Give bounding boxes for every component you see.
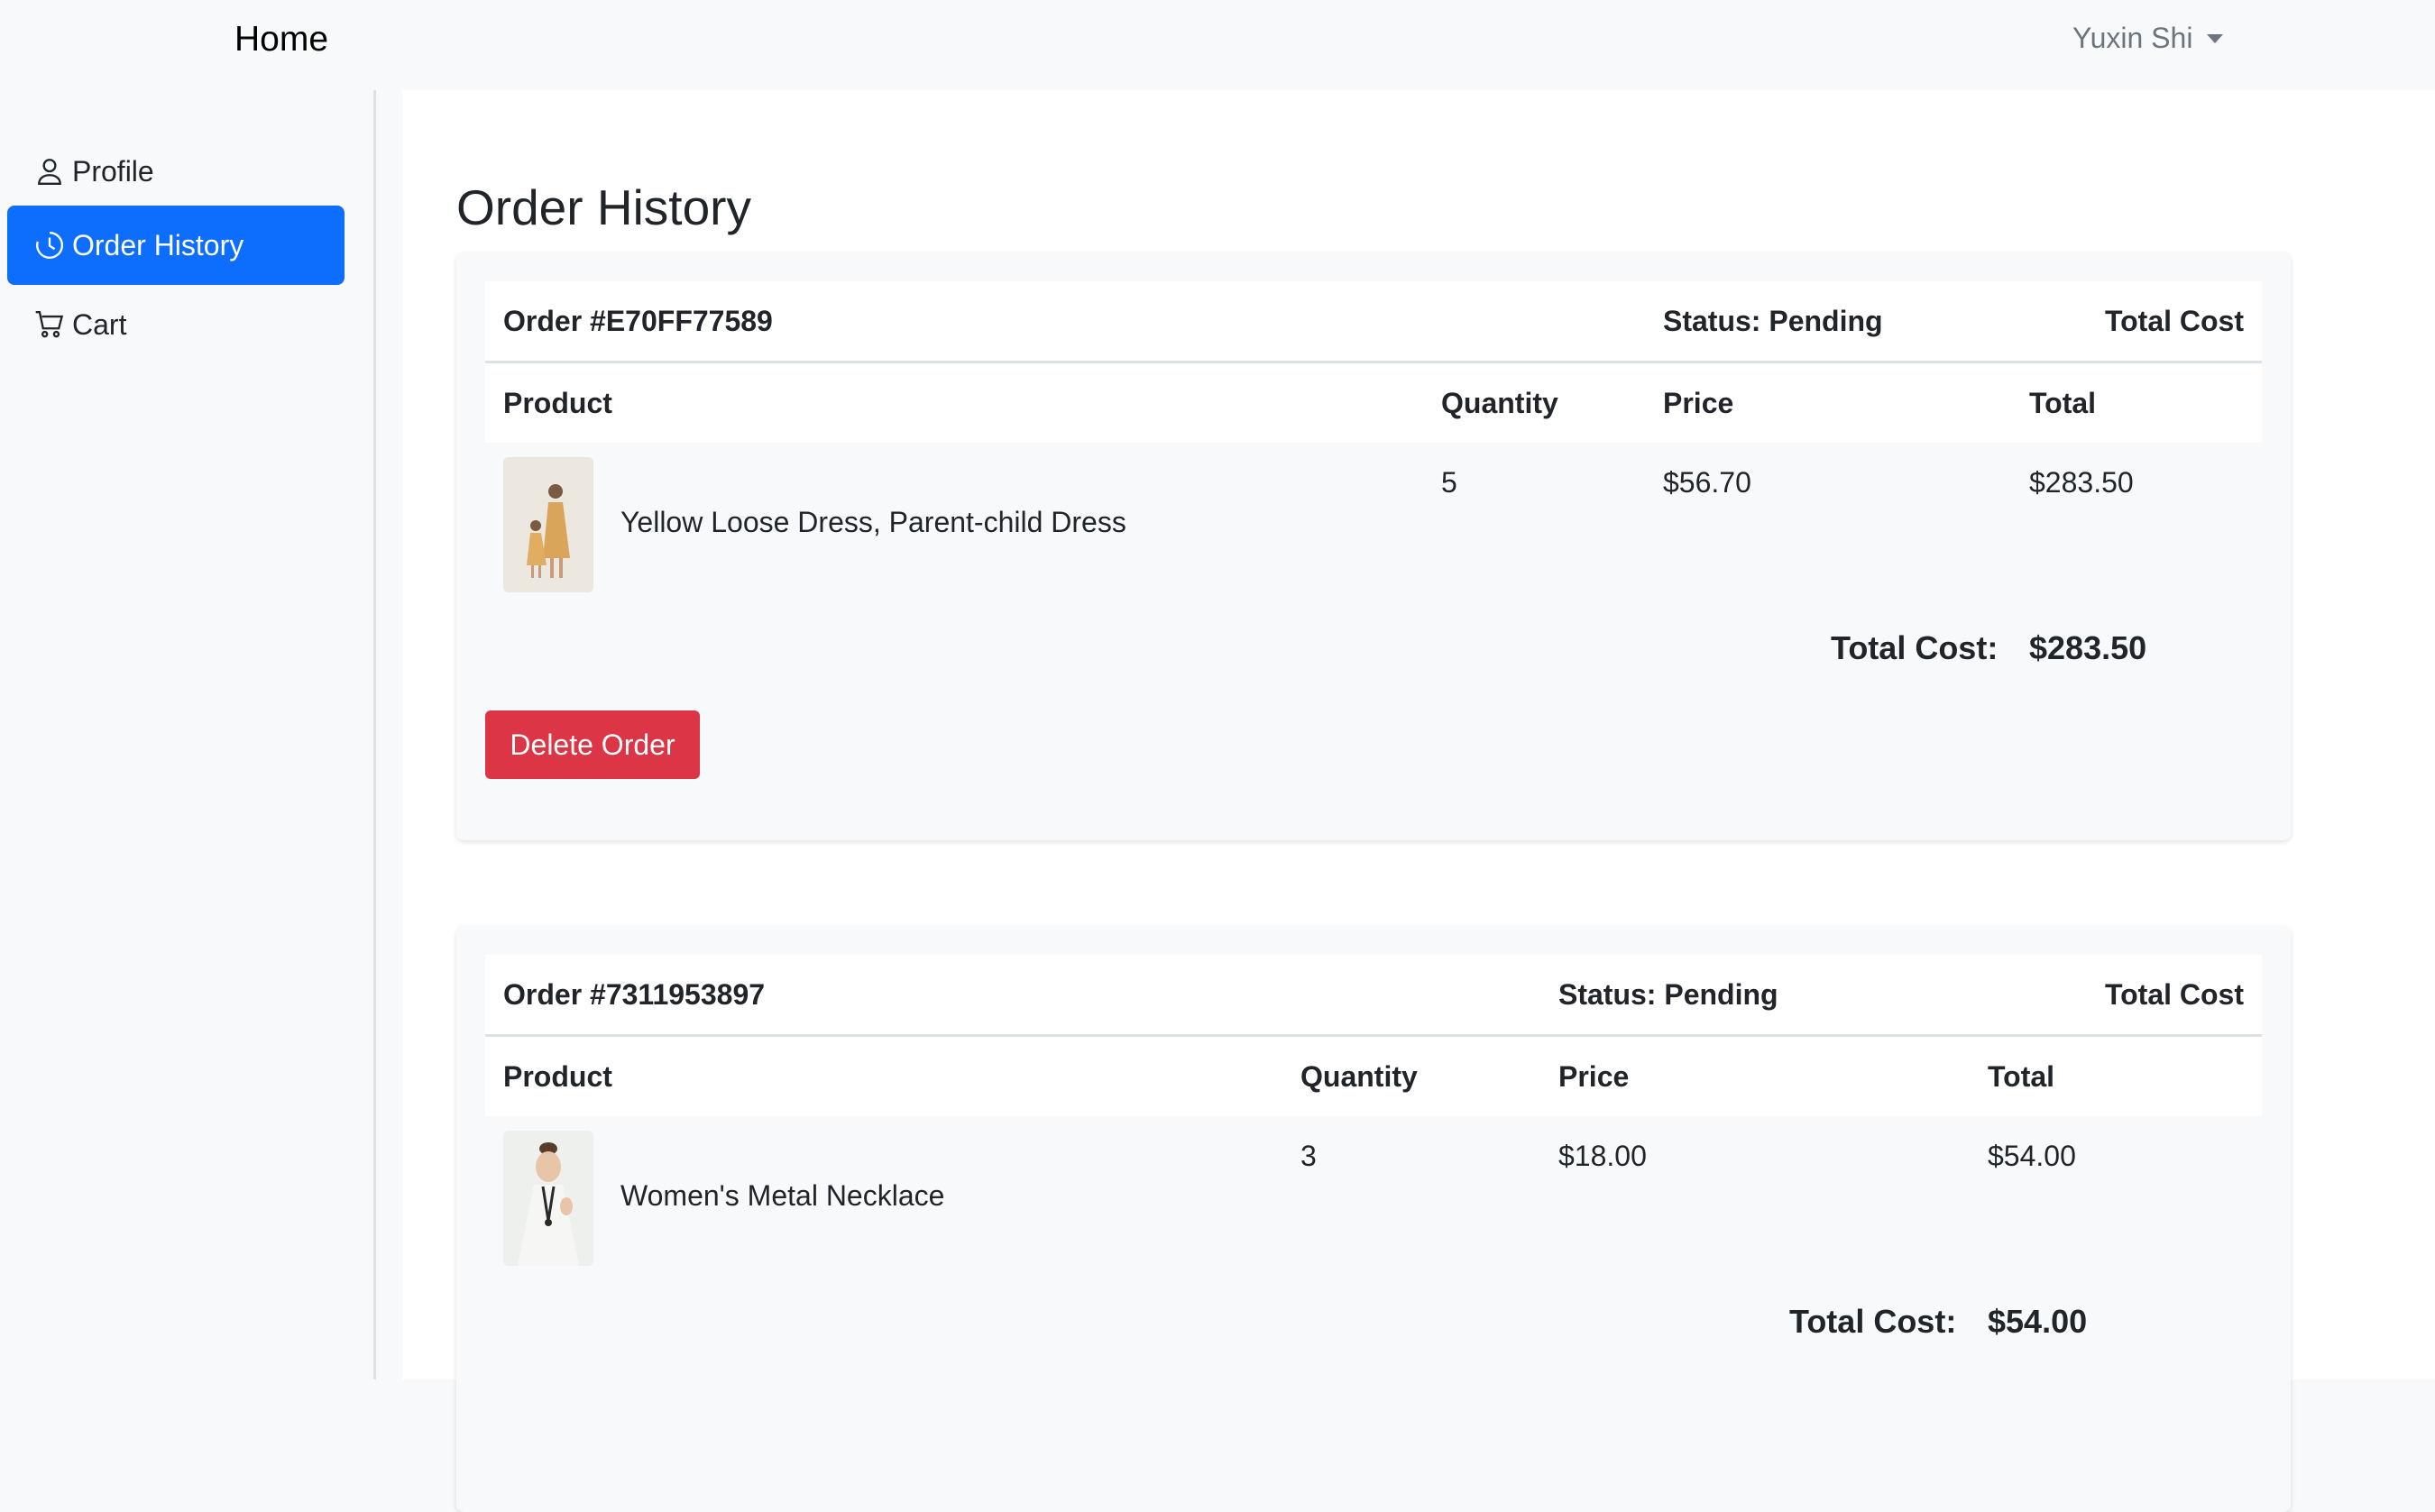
total-cost-label: Total Cost: xyxy=(1831,629,1999,666)
total-cost-label: Total Cost: xyxy=(1789,1303,1957,1340)
column-header-product: Product xyxy=(503,1060,612,1093)
order-total-row: Total Cost: $54.00 xyxy=(485,1278,2262,1365)
product-name: Yellow Loose Dress, Parent-child Dress xyxy=(620,506,1126,538)
delete-order-button[interactable]: Delete Order xyxy=(485,710,700,779)
page-title: Order History xyxy=(456,179,751,235)
sidebar-item-label: Cart xyxy=(72,307,127,341)
column-header-quantity: Quantity xyxy=(1441,387,1558,419)
clock-icon xyxy=(34,230,65,261)
home-link[interactable]: Home xyxy=(234,20,328,60)
sidebar-item-cart[interactable]: Cart xyxy=(7,285,345,364)
user-name: Yuxin Shi xyxy=(2072,22,2193,54)
order-status: Status: Pending xyxy=(1663,305,1883,337)
order-total-row: Total Cost: $283.50 xyxy=(485,605,2262,692)
total-cost-header: Total Cost xyxy=(2104,978,2244,1011)
item-total: $54.00 xyxy=(1988,1140,2076,1172)
order-number: Order #7311953897 xyxy=(503,978,766,1011)
item-quantity: 3 xyxy=(1300,1140,1317,1172)
user-dropdown[interactable]: Yuxin Shi xyxy=(2072,22,2224,55)
table-row: Women's Metal Necklace 3 $18.00 $54.00 xyxy=(485,1116,2262,1278)
order-table: Order #E70FF77589 Status: Pending Total … xyxy=(485,281,2262,692)
sidebar-item-label: Order History xyxy=(72,228,244,261)
order-card: Order #E70FF77589 Status: Pending Total … xyxy=(456,252,2291,840)
cart-icon xyxy=(34,309,65,340)
sidebar-item-profile[interactable]: Profile xyxy=(7,132,345,211)
column-header-row: Product Quantity Price Total xyxy=(485,363,2262,443)
order-status: Status: Pending xyxy=(1558,978,1778,1011)
item-quantity: 5 xyxy=(1441,466,1457,499)
sidebar: Profile Order History Cart xyxy=(0,90,376,1379)
column-header-price: Price xyxy=(1663,387,1734,419)
total-cost-value: $283.50 xyxy=(2029,629,2147,666)
main-content: Order History Order #E70FF77589 Status: … xyxy=(402,90,2435,1512)
product-image xyxy=(503,457,593,592)
chevron-down-icon xyxy=(2207,33,2224,43)
order-card: Order #7311953897 Status: Pending Total … xyxy=(456,926,2291,1512)
total-cost-header: Total Cost xyxy=(2104,305,2244,337)
order-header-row: Order #7311953897 Status: Pending Total … xyxy=(485,955,2262,1037)
column-header-price: Price xyxy=(1558,1060,1630,1093)
item-price: $56.70 xyxy=(1663,466,1751,499)
order-number: Order #E70FF77589 xyxy=(503,305,773,337)
order-header-row: Order #E70FF77589 Status: Pending Total … xyxy=(485,281,2262,363)
product-image xyxy=(503,1131,593,1266)
product-name: Women's Metal Necklace xyxy=(620,1179,945,1212)
sidebar-item-label: Profile xyxy=(72,154,154,188)
column-header-product: Product xyxy=(503,387,612,419)
column-header-row: Product Quantity Price Total xyxy=(485,1037,2262,1116)
item-total: $283.50 xyxy=(2029,466,2134,499)
table-row: Yellow Loose Dress, Parent-child Dress 5… xyxy=(485,443,2262,605)
order-table: Order #7311953897 Status: Pending Total … xyxy=(485,955,2262,1365)
column-header-quantity: Quantity xyxy=(1300,1060,1418,1093)
total-cost-value: $54.00 xyxy=(1988,1303,2088,1340)
column-header-total: Total xyxy=(1988,1060,2055,1093)
column-header-total: Total xyxy=(2029,387,2097,419)
person-icon xyxy=(34,156,65,187)
top-navbar: Home Yuxin Shi xyxy=(0,0,2435,90)
item-price: $18.00 xyxy=(1558,1140,1647,1172)
sidebar-item-order-history[interactable]: Order History xyxy=(7,206,345,285)
